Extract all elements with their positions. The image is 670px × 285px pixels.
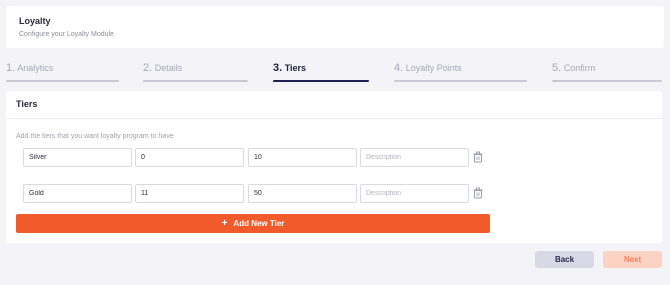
step-label: Tiers [284, 63, 307, 73]
tier-max-input[interactable] [248, 148, 357, 167]
trash-icon[interactable] [472, 187, 484, 199]
step-label: Details [154, 63, 183, 73]
back-button[interactable]: Back [535, 251, 594, 268]
divider [6, 118, 662, 119]
step-progress-bar [552, 80, 662, 82]
step-number: 4. [394, 62, 404, 74]
tier-min-input[interactable] [135, 184, 244, 203]
tier-description-input[interactable] [360, 184, 469, 203]
trash-icon[interactable] [472, 151, 484, 163]
next-button[interactable]: Next [603, 251, 662, 268]
page-title: Loyalty [19, 16, 51, 26]
step-label: Analytics [17, 63, 54, 73]
tiers-card: Tiers Add the tiers that you want loyalt… [6, 91, 662, 243]
add-new-tier-button[interactable]: + Add New Tier [16, 214, 490, 233]
step-progress-bar [394, 80, 527, 82]
step-number: 2. [143, 62, 153, 74]
tier-name-input[interactable] [23, 148, 132, 167]
tier-description-input[interactable] [360, 148, 469, 167]
add-new-tier-label: Add New Tier [233, 219, 285, 228]
tier-max-input[interactable] [248, 184, 357, 203]
step-tiers[interactable]: 3. Tiers [273, 58, 369, 82]
step-progress-bar [6, 80, 119, 82]
tier-name-input[interactable] [23, 184, 132, 203]
step-analytics[interactable]: 1. Analytics [6, 58, 119, 82]
stepper: 1. Analytics 2. Details 3. Tiers 4. Loya… [0, 58, 670, 84]
page-subtitle: Configure your Loyalty Module [19, 31, 114, 38]
step-label: Loyalty Points [405, 63, 462, 73]
tier-min-input[interactable] [135, 148, 244, 167]
tiers-hint: Add the tiers that you want loyalty prog… [16, 133, 174, 140]
page-header: Loyalty Configure your Loyalty Module [6, 6, 664, 48]
step-number: 5. [552, 62, 562, 74]
plus-icon: + [221, 217, 228, 229]
step-confirm[interactable]: 5. Confirm [552, 58, 662, 82]
step-progress-bar [273, 80, 369, 82]
step-progress-bar [143, 80, 248, 82]
step-number: 3. [273, 62, 283, 74]
card-title: Tiers [16, 99, 38, 109]
step-number: 1. [6, 62, 16, 74]
step-details[interactable]: 2. Details [143, 58, 248, 82]
step-loyalty-points[interactable]: 4. Loyalty Points [394, 58, 527, 82]
step-label: Confirm [563, 63, 596, 73]
